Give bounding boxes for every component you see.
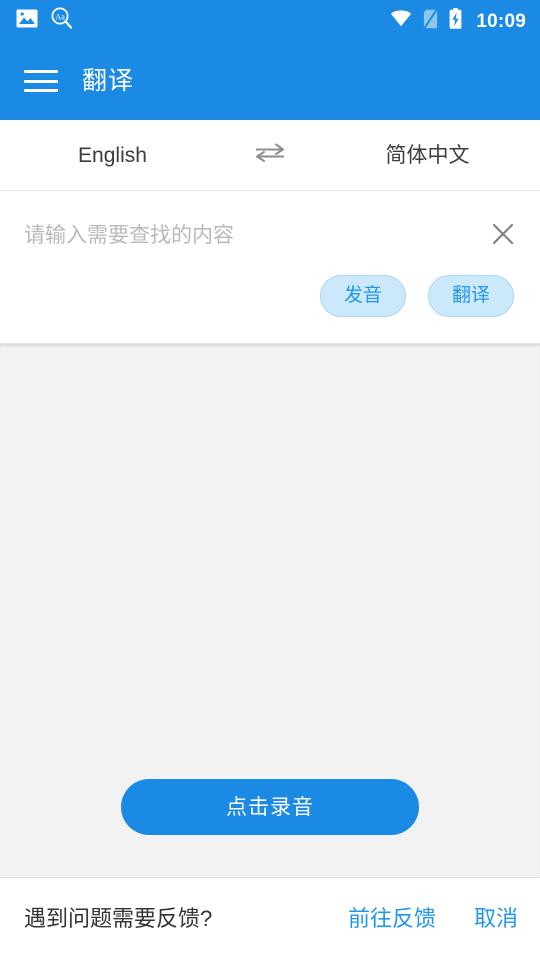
translation-result-area: 点击录音 — [0, 343, 540, 877]
record-button-container: 点击录音 — [0, 779, 540, 877]
page-title: 翻译 — [82, 66, 135, 95]
swap-languages-button[interactable] — [225, 120, 315, 190]
source-language-selector[interactable]: English — [0, 120, 225, 190]
go-to-feedback-link[interactable]: 前往反馈 — [348, 908, 436, 930]
gallery-icon — [16, 9, 38, 33]
no-sim-icon — [423, 8, 438, 34]
clear-input-button[interactable] — [484, 217, 522, 255]
input-row — [0, 191, 540, 275]
status-bar-right-icons: 10:09 — [390, 8, 526, 34]
translate-button[interactable]: 翻译 — [427, 275, 514, 317]
wifi-icon — [390, 10, 412, 32]
search-input[interactable] — [24, 222, 476, 250]
source-language-label: English — [78, 143, 147, 167]
language-selector-bar: English 简体中文 — [0, 120, 540, 191]
status-bar-clock: 10:09 — [476, 10, 526, 32]
record-button[interactable]: 点击录音 — [121, 779, 419, 835]
target-language-label: 简体中文 — [385, 143, 470, 167]
close-icon — [490, 221, 516, 252]
feedback-bar: 遇到问题需要反馈? 前往反馈 取消 — [0, 877, 540, 960]
input-section: 发音 翻译 — [0, 191, 540, 344]
battery-charging-icon — [449, 8, 462, 34]
status-bar: Aa 10:09 — [0, 0, 540, 42]
app-bar: 翻译 — [0, 42, 540, 120]
swap-horizontal-icon — [254, 142, 286, 169]
cancel-link[interactable]: 取消 — [474, 908, 518, 930]
hamburger-menu-icon[interactable] — [24, 68, 58, 94]
input-action-buttons: 发音 翻译 — [0, 275, 540, 343]
translate-app-screen: Aa 10:09 翻译 English 简体中文 请输入需要查找的内容 发音 翻… — [0, 0, 540, 960]
status-bar-left-icons: Aa — [16, 7, 73, 35]
target-language-selector[interactable]: 简体中文 — [315, 120, 540, 190]
feedback-prompt: 遇到问题需要反馈? — [24, 906, 213, 931]
pronounce-button[interactable]: 发音 — [319, 275, 406, 317]
text-search-icon: Aa — [50, 7, 73, 35]
svg-text:Aa: Aa — [55, 13, 65, 22]
